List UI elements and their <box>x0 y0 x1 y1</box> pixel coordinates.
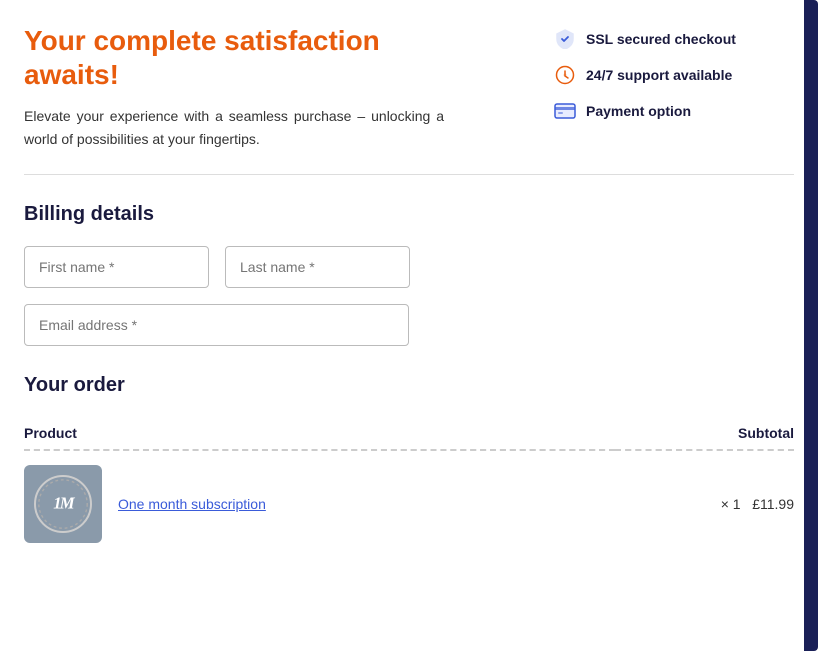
subtotal-column-header: Subtotal <box>615 417 794 450</box>
section-divider <box>24 174 794 175</box>
name-row <box>24 246 794 288</box>
price: £11.99 <box>752 496 794 512</box>
product-cell-td: 1M One month subscription <box>24 450 615 557</box>
order-title: Your order <box>24 374 794 397</box>
billing-section: Billing details <box>24 203 794 346</box>
first-name-input[interactable] <box>24 246 209 288</box>
order-table: Product Subtotal 1M <box>24 417 794 557</box>
billing-title: Billing details <box>24 203 794 226</box>
quantity-price-cell: × 1 £11.99 <box>615 450 794 557</box>
product-cell: 1M One month subscription <box>24 465 615 543</box>
payment-label: Payment option <box>586 103 691 119</box>
hero-left: Your complete satisfaction awaits! Eleva… <box>24 24 444 150</box>
email-row <box>24 304 794 346</box>
support-label: 24/7 support available <box>586 67 732 83</box>
product-thumbnail: 1M <box>24 465 102 543</box>
features-list: SSL secured checkout 24/7 support availa… <box>554 24 794 122</box>
top-section: Your complete satisfaction awaits! Eleva… <box>24 24 794 174</box>
svg-text:1M: 1M <box>53 494 76 513</box>
right-bar <box>804 0 818 651</box>
feature-payment: Payment option <box>554 100 794 122</box>
quantity: × 1 <box>721 496 741 512</box>
support-icon <box>554 64 576 86</box>
order-row: 1M One month subscription × 1 £11.99 <box>24 450 794 557</box>
feature-support: 24/7 support available <box>554 64 794 86</box>
ssl-label: SSL secured checkout <box>586 31 736 47</box>
email-input[interactable] <box>24 304 409 346</box>
hero-title: Your complete satisfaction awaits! <box>24 24 444 91</box>
payment-icon <box>554 100 576 122</box>
order-section: Your order Product Subtotal <box>24 374 794 557</box>
last-name-input[interactable] <box>225 246 410 288</box>
product-column-header: Product <box>24 417 615 450</box>
hero-subtitle: Elevate your experience with a seamless … <box>24 105 444 150</box>
thumbnail-text: 1M <box>34 475 92 533</box>
feature-ssl: SSL secured checkout <box>554 28 794 50</box>
product-name-link[interactable]: One month subscription <box>118 496 266 512</box>
ssl-icon <box>554 28 576 50</box>
